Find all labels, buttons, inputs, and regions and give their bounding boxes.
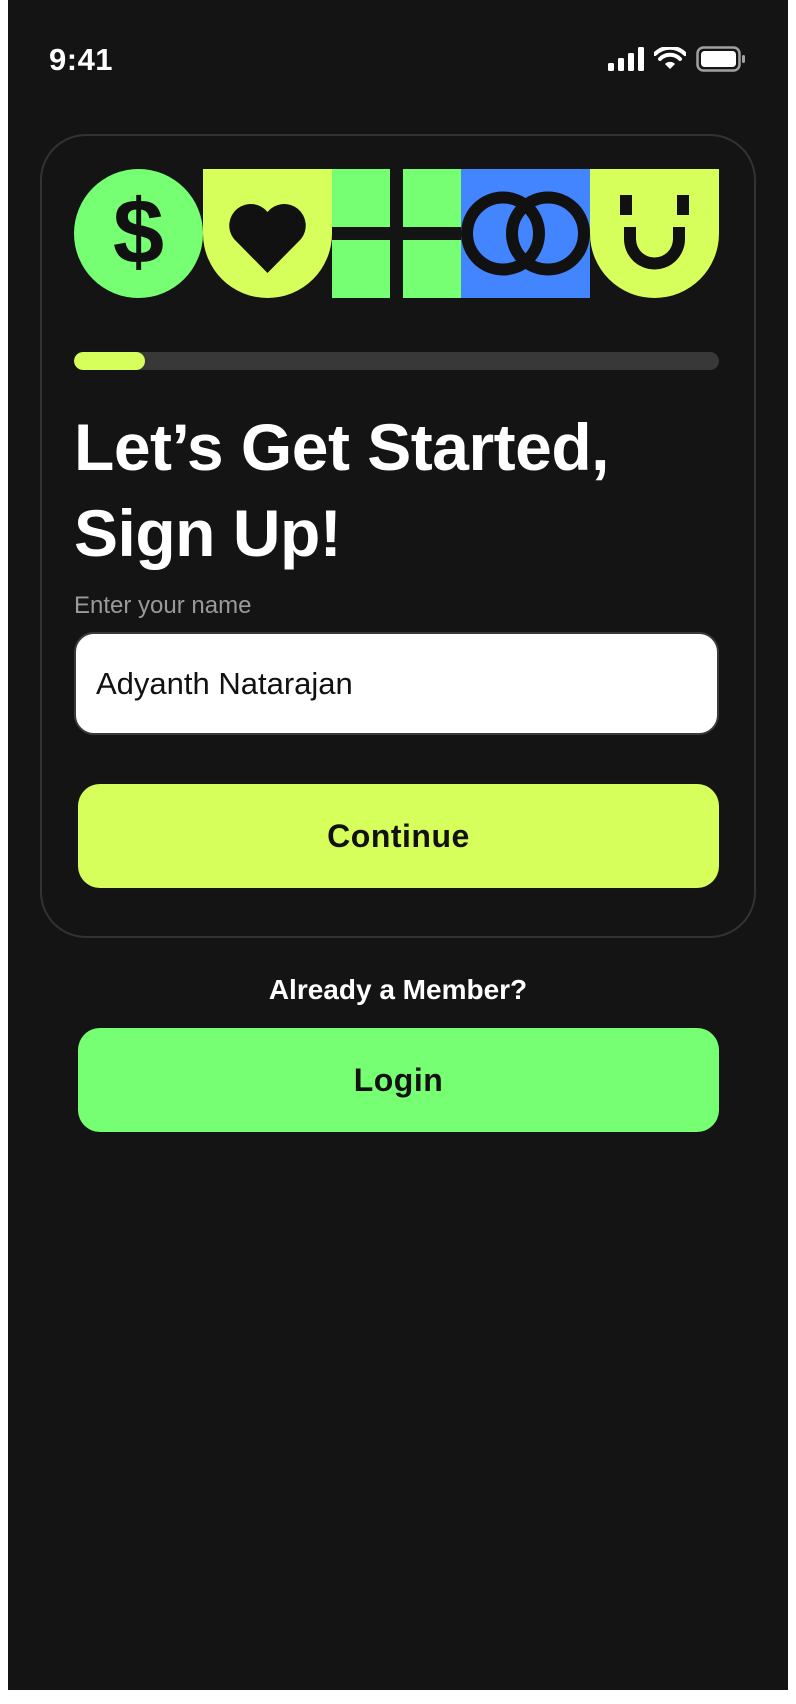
status-time: 9:41 [49,42,114,77]
blocks-icon [332,169,461,298]
page-title: Let’s Get Started, Sign Up! [74,404,714,576]
svg-text:$: $ [113,181,164,283]
status-icons [608,46,746,72]
page-title-line-2: Sign Up! [74,496,342,570]
signup-progress-bar [74,352,719,370]
heart-icon [203,169,332,298]
name-field-label: Enter your name [74,592,252,619]
phone-screen: 9:41 $ Let’s Get Started, Sign Up! Enter… [8,0,788,1690]
wifi-icon [654,47,686,69]
battery-icon [696,46,745,72]
already-member-text: Already a Member? [268,974,528,1005]
rings-icon [461,169,590,298]
smiley-icon [590,169,719,298]
signup-progress-fill [74,352,145,370]
signal-icon [608,47,644,71]
brand-graphic: $ [74,169,719,298]
continue-button[interactable]: Continue [78,784,719,888]
dollar-icon: $ [74,169,203,298]
page-title-line-1: Let’s Get Started, [74,410,610,484]
name-input[interactable] [74,632,719,735]
login-button[interactable]: Login [78,1028,719,1132]
